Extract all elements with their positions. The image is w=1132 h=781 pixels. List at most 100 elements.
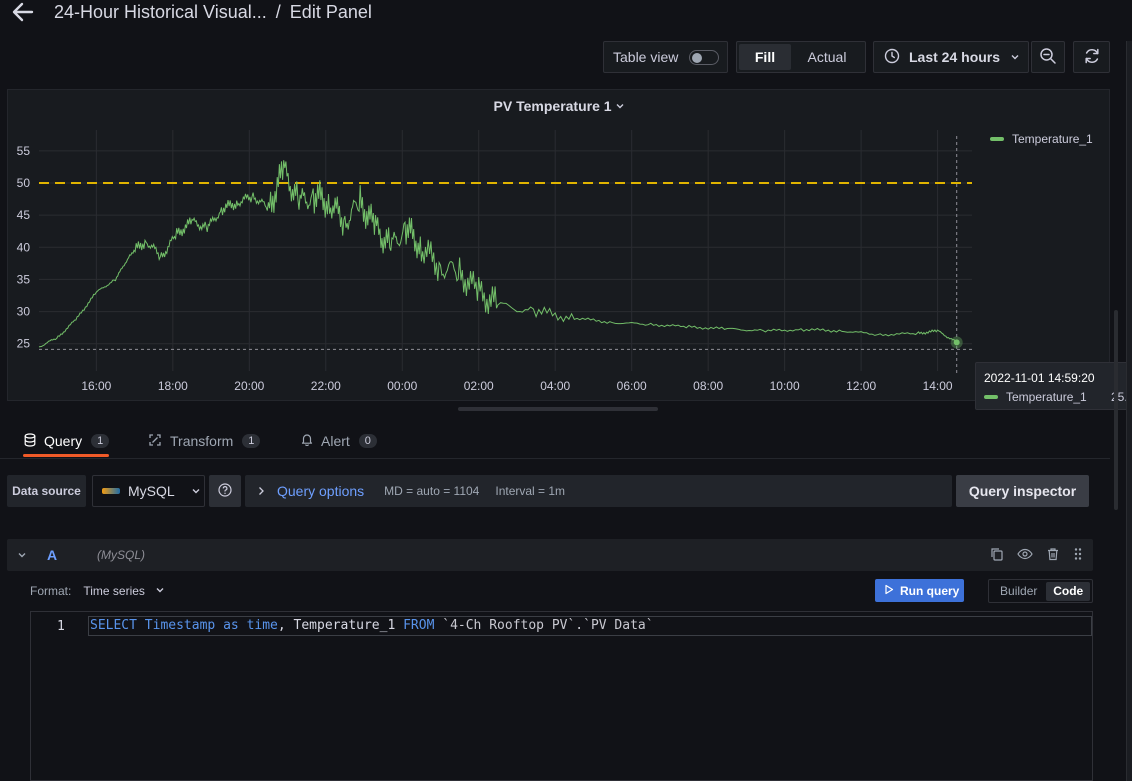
query-row-header: A (MySQL)	[7, 539, 1093, 571]
run-query-button[interactable]: Run query	[875, 579, 964, 602]
interval-value: Interval = 1m	[495, 484, 566, 498]
time-range-picker[interactable]: Last 24 hours	[873, 41, 1029, 73]
series-line-temperature-1	[38, 160, 957, 348]
tooltip-row: Temperature_1 25.2	[984, 390, 1132, 404]
x-tick-label: 20:00	[234, 379, 264, 393]
tab-transform-count: 1	[242, 434, 261, 448]
x-tick-label: 16:00	[81, 379, 111, 393]
refresh-button[interactable]	[1073, 41, 1110, 73]
sql-keyword: Timestamp	[144, 618, 216, 633]
sql-query-text[interactable]: SELECT Timestamp as time, Temperature_1 …	[90, 618, 654, 633]
top-bar: 24-Hour Historical Visual... / Edit Pane…	[0, 0, 1132, 26]
y-tick-label: 50	[17, 176, 31, 190]
graph-panel: 55 50 45 40 35 30 25 16:00 18:00 20:00 22:00 00:00 0…	[7, 89, 1110, 401]
actual-option[interactable]: Actual	[791, 44, 863, 70]
datasource-label: Data source	[7, 475, 86, 507]
sql-code-editor[interactable]: 1 SELECT Timestamp as time, Temperature_…	[30, 611, 1093, 781]
hover-point	[953, 339, 960, 346]
x-tick-label: 10:00	[770, 379, 800, 393]
x-tick-label: 14:00	[923, 379, 953, 393]
x-tick-label: 00:00	[387, 379, 417, 393]
y-tick-label: 40	[17, 240, 31, 254]
play-icon	[884, 584, 894, 598]
format-select[interactable]: Time series	[83, 584, 145, 598]
x-tick-label: 02:00	[464, 379, 494, 393]
panel-resize-handle[interactable]	[458, 407, 658, 411]
time-series-chart[interactable]: 55 50 45 40 35 30 25 16:00 18:00 20:00 22:00 00:00 0…	[8, 90, 1111, 402]
x-tick-label: 22:00	[311, 379, 341, 393]
run-query-label: Run query	[900, 583, 960, 598]
sql-keyword: FROM	[403, 618, 435, 633]
sql-keyword: SELECT	[90, 618, 137, 633]
tab-transform[interactable]: Transform 1	[148, 425, 261, 457]
query-ref-id[interactable]: A	[47, 547, 57, 563]
panel-title-text: PV Temperature 1	[493, 98, 612, 114]
eye-icon[interactable]	[1017, 547, 1033, 564]
tab-alert-label: Alert	[321, 433, 350, 449]
breadcrumb: 24-Hour Historical Visual... / Edit Pane…	[54, 2, 372, 23]
legend-label: Temperature_1	[1012, 132, 1093, 146]
chevron-down-icon	[615, 98, 625, 114]
tab-query-count: 1	[91, 434, 110, 448]
builder-mode-option[interactable]: Builder	[991, 582, 1046, 601]
mysql-logo-icon	[102, 488, 120, 494]
editor-mode-toggle: Builder Code	[988, 579, 1093, 603]
question-circle-icon	[218, 482, 232, 500]
copy-icon[interactable]	[990, 547, 1004, 564]
breadcrumb-separator: /	[275, 2, 281, 22]
x-tick-label: 12:00	[846, 379, 876, 393]
tooltip-swatch	[984, 395, 998, 399]
query-options[interactable]: Query options MD = auto = 1104 Interval …	[245, 475, 952, 507]
chart-tooltip: 2022-11-01 14:59:20 Temperature_1 25.2	[975, 362, 1132, 410]
panel-title[interactable]: PV Temperature 1	[8, 98, 1111, 114]
max-data-points: MD = auto = 1104	[384, 484, 480, 498]
chevron-right-icon	[257, 484, 265, 499]
chevron-down-icon	[191, 483, 201, 499]
line-number: 1	[57, 619, 65, 634]
query-options-label: Query options	[277, 483, 365, 499]
x-tick-label: 06:00	[617, 379, 647, 393]
sql-keyword: time	[246, 618, 278, 633]
zoom-out-button[interactable]	[1031, 41, 1065, 73]
datasource-name: MySQL	[128, 483, 175, 499]
tab-query[interactable]: Query 1	[22, 425, 110, 457]
chevron-down-icon	[155, 584, 165, 598]
sql-text: , Temperature_1	[277, 618, 404, 633]
tooltip-series: Temperature_1	[1006, 390, 1087, 404]
arrow-left-icon[interactable]	[10, 0, 36, 24]
datasource-select[interactable]: MySQL	[92, 475, 205, 507]
table-view-switch[interactable]	[689, 50, 719, 65]
table-view-toggle[interactable]: Table view	[603, 41, 728, 73]
refresh-icon	[1083, 47, 1101, 68]
y-tick-label: 35	[17, 272, 31, 286]
y-tick-label: 25	[17, 337, 31, 351]
tab-query-label: Query	[44, 433, 83, 449]
zoom-out-icon	[1039, 47, 1057, 68]
dashboard-title[interactable]: 24-Hour Historical Visual...	[54, 2, 267, 22]
chevron-down-icon	[1010, 49, 1020, 65]
x-tick-label: 18:00	[158, 379, 188, 393]
datasource-help-button[interactable]	[209, 475, 241, 507]
table-view-label: Table view	[613, 49, 679, 65]
tooltip-timestamp: 2022-11-01 14:59:20	[984, 371, 1095, 385]
x-tick-label: 04:00	[540, 379, 570, 393]
trash-icon[interactable]	[1046, 547, 1060, 564]
vertical-scrollbar[interactable]	[1114, 310, 1118, 510]
drag-handle-icon[interactable]	[1073, 547, 1083, 564]
query-row-actions	[977, 547, 1083, 564]
query-inspector-button[interactable]: Query inspector	[956, 475, 1089, 507]
code-mode-option[interactable]: Code	[1046, 581, 1090, 601]
legend-item[interactable]: Temperature_1	[990, 132, 1093, 146]
tab-alert[interactable]: Alert 0	[301, 425, 377, 457]
transform-icon	[148, 433, 162, 450]
fill-actual-toggle: Fill Actual	[736, 41, 866, 73]
collapse-chevron-icon[interactable]	[17, 548, 27, 563]
clock-icon	[884, 48, 900, 67]
query-datasource-name: (MySQL)	[97, 548, 145, 562]
format-selector: Format: Time series	[30, 584, 165, 598]
sql-keyword: as	[223, 618, 239, 633]
fill-option[interactable]: Fill	[739, 44, 791, 70]
bell-icon	[301, 433, 313, 449]
